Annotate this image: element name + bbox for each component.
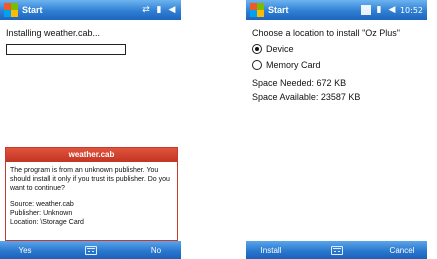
windows-flag-icon[interactable]	[250, 3, 264, 17]
clock[interactable]: 10:52	[400, 6, 423, 15]
speaker-icon[interactable]: ◀	[167, 5, 177, 15]
install-location-screen: Start ▮ ◀ 10:52 Choose a location to ins…	[246, 0, 427, 259]
keyboard-icon[interactable]	[84, 245, 97, 255]
option-device[interactable]: Device	[252, 44, 421, 54]
dialog-location: Location: \Storage Card	[10, 219, 84, 226]
connectivity-icon[interactable]	[360, 5, 371, 15]
speaker-icon[interactable]: ◀	[387, 5, 397, 15]
radio-memory-card[interactable]	[252, 60, 262, 70]
space-needed: Space Needed: 672 KB	[252, 78, 347, 88]
radio-device[interactable]	[252, 44, 262, 54]
title-bar: Start ▮ ◀ 10:52	[246, 0, 427, 20]
dialog-publisher: Publisher: Unknown	[10, 210, 73, 217]
signal-icon[interactable]: ▮	[154, 5, 164, 15]
dialog-source: Source: weather.cab	[10, 201, 74, 208]
install-progress-bar	[6, 44, 126, 55]
dialog-message: The program is from an unknown publisher…	[10, 167, 170, 192]
connectivity-icon[interactable]: ⇄	[141, 5, 151, 15]
title-bar: Start ⇄ ▮ ◀	[0, 0, 181, 20]
location-content: Choose a location to install "Oz Plus" D…	[252, 28, 421, 102]
softkey-bar: Yes No	[0, 241, 181, 259]
space-available: Space Available: 23587 KB	[252, 92, 361, 102]
status-icons: ⇄ ▮ ◀	[141, 5, 177, 15]
no-softkey[interactable]: No	[131, 246, 181, 255]
windows-flag-icon[interactable]	[4, 3, 18, 17]
keyboard-icon[interactable]	[330, 245, 343, 255]
option-memory-card[interactable]: Memory Card	[252, 60, 421, 70]
title-bar-label[interactable]: Start	[268, 5, 361, 15]
title-bar-label[interactable]: Start	[22, 5, 141, 15]
cancel-softkey[interactable]: Cancel	[377, 246, 427, 255]
choose-location-prompt: Choose a location to install "Oz Plus"	[252, 28, 400, 38]
installing-status-text: Installing weather.cab...	[6, 28, 101, 38]
status-icons: ▮ ◀ 10:52	[360, 5, 423, 15]
install-content: Installing weather.cab...	[6, 28, 175, 55]
dialog-body: The program is from an unknown publisher…	[6, 162, 177, 227]
install-progress-screen: Start ⇄ ▮ ◀ Installing weather.cab... we…	[0, 0, 181, 259]
option-device-label: Device	[266, 44, 294, 54]
yes-softkey[interactable]: Yes	[0, 246, 50, 255]
signal-icon[interactable]: ▮	[374, 5, 384, 15]
option-memory-card-label: Memory Card	[266, 60, 321, 70]
dialog-title: weather.cab	[6, 148, 177, 162]
install-softkey[interactable]: Install	[246, 246, 296, 255]
softkey-bar: Install Cancel	[246, 241, 427, 259]
unknown-publisher-dialog: weather.cab The program is from an unkno…	[5, 147, 178, 241]
